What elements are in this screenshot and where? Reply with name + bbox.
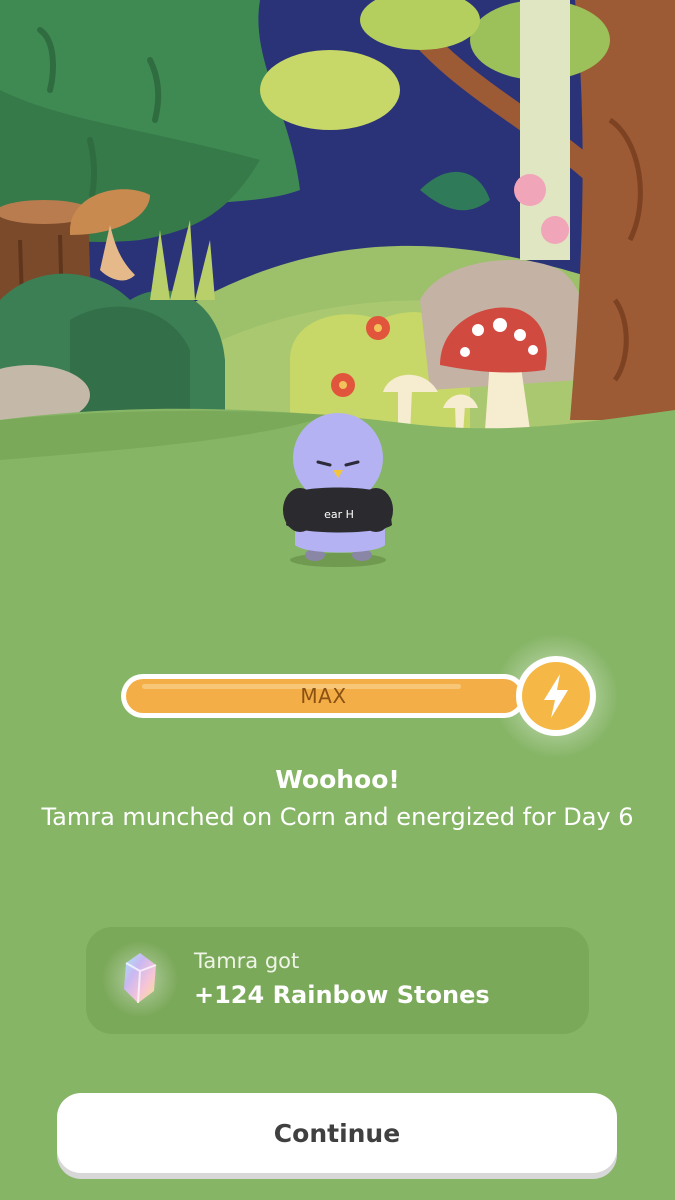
energy-label: MAX bbox=[300, 684, 347, 708]
energy-bar-fill: MAX bbox=[126, 679, 521, 713]
reward-label: Tamra got bbox=[194, 949, 300, 973]
pet-shirt-text: ear H bbox=[324, 508, 354, 521]
rainbow-stone-icon bbox=[102, 941, 178, 1017]
forest-scene: ear H bbox=[0, 0, 675, 600]
energy-bar: MAX bbox=[121, 674, 526, 718]
reward-value: +124 Rainbow Stones bbox=[194, 981, 490, 1009]
reward-card: Tamra got +124 Rainbow Stones bbox=[86, 927, 589, 1034]
message-body: Tamra munched on Corn and energized for … bbox=[41, 803, 634, 831]
pet-character[interactable]: ear H bbox=[283, 413, 393, 567]
lightning-bolt-icon bbox=[516, 656, 596, 736]
message-title: Woohoo! bbox=[275, 765, 400, 794]
feed-message: Woohoo! Tamra munched on Corn and energi… bbox=[0, 760, 675, 834]
continue-button[interactable]: Continue bbox=[57, 1093, 617, 1173]
